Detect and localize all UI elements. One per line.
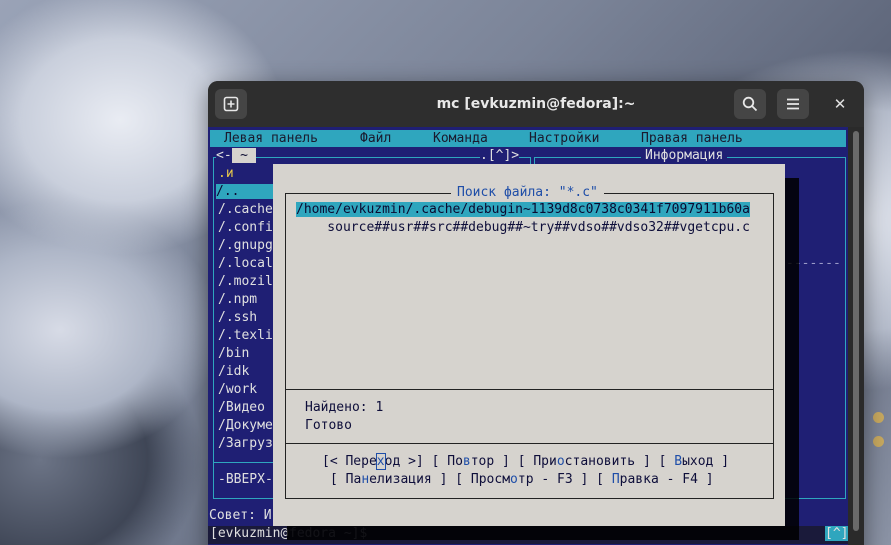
menu-settings[interactable]: Настройки [529,130,599,147]
find-file-dialog: Поиск файла: "*.c" /home/evkuzmin/.cache… [273,164,785,526]
hamburger-icon [787,98,799,110]
hint-line: Совет: И [209,508,272,523]
window-title: mc [evkuzmin@fedora]:~ [436,96,636,112]
file-row[interactable]: /.local [218,256,273,271]
history-button[interactable]: [^] [825,526,849,541]
mc-menubar: Левая панель Файл Команда Настройки Прав… [210,130,846,147]
exit-label: [ [658,454,675,469]
panel-nav-left[interactable]: <- [216,148,232,163]
prompt-user: [evkuzmin@ [210,526,289,541]
edit-hotkey: П [611,472,620,487]
panel-footer: -ВВЕРХ- [218,472,273,487]
view-button[interactable]: [ Просмотр - F3 ] [455,472,588,487]
search-icon [742,96,758,112]
search-status: Готово [305,418,352,433]
info-panel-title: Информация [641,148,728,163]
view-label: [ Просм [455,472,511,487]
prompt-host: fedora [289,526,336,541]
exit-button[interactable]: [ Выход ] [659,454,729,469]
menu-right-panel[interactable]: Правая панель [641,130,743,147]
search-button[interactable] [734,89,766,119]
prompt-path: ~]$ [336,526,368,541]
repeat-label: [ По [431,454,463,469]
info-separator: ------- [786,256,841,271]
dialog-buttons-row-2: [ Панелизация ] [ Просмотр - F3 ] [ Прав… [330,472,714,487]
panel-nav-right[interactable]: .[^]> [480,148,520,163]
edit-button[interactable]: [ Правка - F4 ] [596,472,713,487]
file-row[interactable]: /bin [218,346,249,361]
panelize-label: [ Па [330,472,362,487]
goto-button[interactable]: [< Переход >] [322,453,424,470]
exit-hotkey: В [674,454,683,469]
view-hotkey: о [510,472,518,487]
new-tab-icon [223,96,239,112]
file-row[interactable]: /.texli [218,328,273,343]
pause-button[interactable]: [ Приостановить ] [518,454,651,469]
panelize-hotkey: н [361,472,370,487]
scrollbar-thumb[interactable] [853,131,859,531]
command-line[interactable]: [evkuzmin@ fedora ~]$ [^] [208,526,849,544]
pause-label: [ При [517,454,557,469]
file-row[interactable]: /Загруз [218,436,273,451]
goto-label: [< Пере [322,454,377,469]
goto-label-rest: од >] [384,454,424,469]
exit-label-rest: ыход ] [682,454,730,469]
result-item[interactable]: source##usr##src##debug##~try##vdso##vds… [296,220,750,235]
file-row[interactable]: /work [218,382,257,397]
result-item[interactable]: /home/evkuzmin/.cache/debugin~1139d8c073… [296,202,750,217]
edit-label-rest: равка - F4 ] [619,472,714,487]
new-tab-button[interactable] [215,89,247,119]
found-count: Найдено: 1 [305,400,384,415]
file-row[interactable]: /.npm [218,292,257,307]
file-row[interactable]: /.mozil [218,274,273,289]
menu-command[interactable]: Команда [433,130,488,147]
view-label-rest: тр - F3 ] [517,472,589,487]
wallpaper-dot [873,436,884,447]
file-row[interactable]: /.ssh [218,310,257,325]
dialog-separator [285,389,774,390]
dialog-title: Поиск файла: "*.c" [451,184,604,202]
dialog-buttons-row-1: [< Переход >] [ Повтор ] [ Приостановить… [322,453,729,470]
file-row[interactable]: /.gnupg [218,238,273,253]
close-button[interactable]: ✕ [824,89,856,119]
panelize-label-rest: елизация ] [369,472,448,487]
pause-hotkey: о [556,454,565,469]
goto-hotkey: х [375,453,386,470]
pause-label-rest: становить ] [564,454,651,469]
column-header-name[interactable]: .и [218,166,234,181]
panel-current-dir[interactable]: ~ [232,148,256,163]
menu-file[interactable]: Файл [360,130,391,147]
panelize-button[interactable]: [ Панелизация ] [330,472,447,487]
file-row[interactable]: /.confi [218,220,273,235]
file-row[interactable]: /idk [218,364,249,379]
file-row[interactable]: /.. [216,184,273,199]
edit-label: [ [596,472,612,487]
file-row[interactable]: /.cache [218,202,273,217]
repeat-hotkey: в [462,454,471,469]
close-icon: ✕ [833,95,847,113]
repeat-label-rest: тор ] [470,454,510,469]
file-row[interactable]: /Видео [218,400,265,415]
repeat-button[interactable]: [ Повтор ] [432,454,510,469]
dialog-separator [285,443,774,444]
file-row[interactable]: /Докуме [218,418,273,433]
wallpaper-dot [873,412,884,423]
title-bar: mc [evkuzmin@fedora]:~ ✕ [208,81,864,127]
terminal-scrollbar[interactable] [848,127,864,545]
menu-button[interactable] [777,89,809,119]
menu-left-panel[interactable]: Левая панель [224,130,318,147]
panel-divider [214,462,276,463]
